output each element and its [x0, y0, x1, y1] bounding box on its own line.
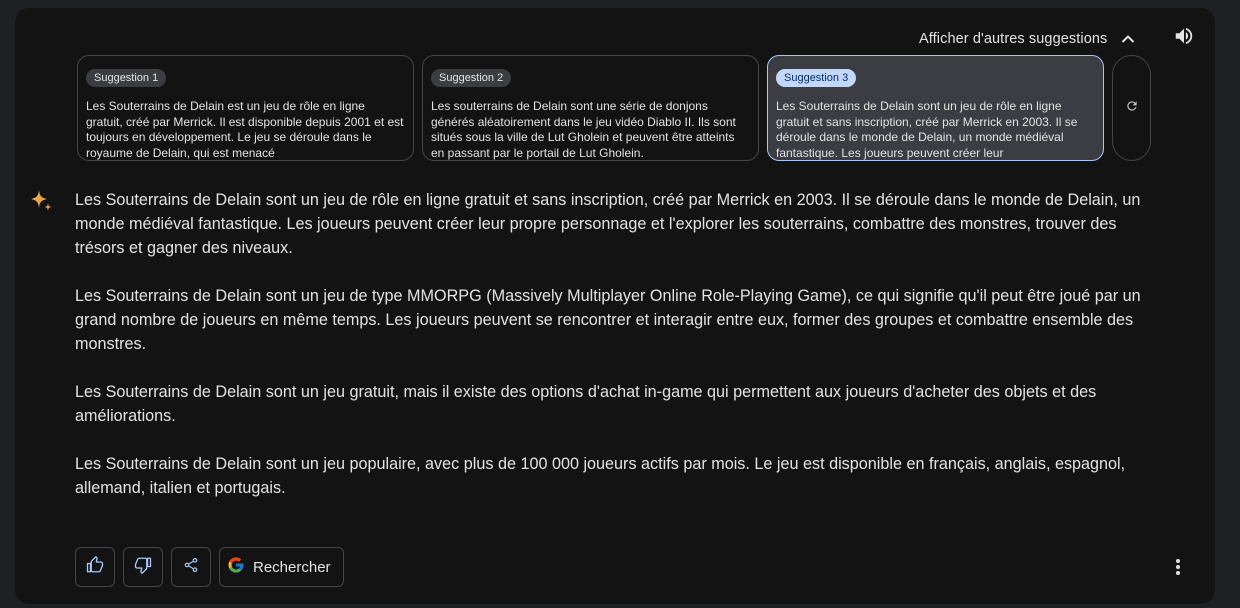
response-paragraph: Les Souterrains de Delain sont un jeu de… — [75, 287, 1141, 353]
refresh-icon — [1125, 99, 1139, 118]
thumbs-down-icon — [134, 556, 152, 579]
thumbs-down-button[interactable] — [123, 547, 163, 587]
response-paragraph: Les Souterrains de Delain sont un jeu gr… — [75, 383, 1097, 425]
drafts-toggle[interactable]: Afficher d'autres suggestions — [919, 28, 1136, 50]
response-card: Afficher d'autres suggestions Suggestion… — [15, 8, 1215, 604]
draft-label: Suggestion 1 — [86, 69, 167, 87]
draft-text: Les Souterrains de Delain sont un jeu de… — [776, 99, 1078, 161]
response-actions: Rechercher — [75, 547, 352, 587]
draft-text: Les souterrains de Delain sont une série… — [431, 99, 736, 161]
search-label: Rechercher — [253, 558, 331, 576]
draft-card-3[interactable]: Suggestion 3 Les Souterrains de Delain s… — [767, 55, 1104, 161]
draft-text: Les Souterrains de Delain est un jeu de … — [86, 99, 404, 161]
response-text: Les Souterrains de Delain sont un jeu de… — [75, 188, 1165, 524]
regenerate-drafts-button[interactable] — [1112, 55, 1151, 161]
google-search-button[interactable]: Rechercher — [219, 547, 344, 587]
draft-card-1[interactable]: Suggestion 1 Les Souterrains de Delain e… — [77, 55, 414, 161]
chevron-up-icon[interactable] — [1120, 31, 1136, 47]
draft-card-2[interactable]: Suggestion 2 Les souterrains de Delain s… — [422, 55, 759, 161]
response-paragraph: Les Souterrains de Delain sont un jeu po… — [75, 455, 1126, 497]
thumbs-up-icon — [86, 555, 104, 579]
google-icon — [227, 556, 245, 579]
sparkle-icon — [28, 188, 54, 214]
draft-label: Suggestion 2 — [431, 69, 512, 87]
draft-label: Suggestion 3 — [776, 69, 857, 87]
more-vert-icon[interactable] — [1168, 555, 1188, 579]
share-button[interactable] — [171, 547, 211, 587]
thumbs-up-button[interactable] — [75, 547, 115, 587]
share-icon — [183, 557, 199, 578]
volume-icon[interactable] — [1173, 25, 1195, 47]
drafts-toggle-label[interactable]: Afficher d'autres suggestions — [919, 31, 1107, 47]
response-paragraph: Les Souterrains de Delain sont un jeu de… — [75, 191, 1141, 257]
